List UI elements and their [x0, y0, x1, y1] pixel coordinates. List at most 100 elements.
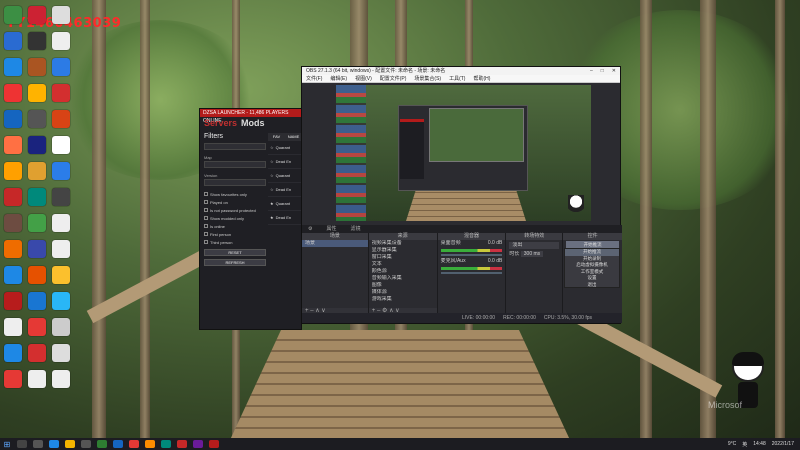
desktop-icon[interactable]: [28, 318, 46, 336]
desktop-icon[interactable]: [52, 32, 70, 50]
desktop-icon[interactable]: [4, 110, 22, 128]
close-icon[interactable]: ✕: [612, 67, 616, 75]
star-icon[interactable]: ☆: [270, 173, 274, 178]
menu-item-exit[interactable]: 退出: [565, 282, 619, 289]
server-row[interactable]: ☆ Dead En: [268, 155, 302, 169]
desktop-icon[interactable]: [28, 6, 46, 24]
taskbar-app-icon[interactable]: [97, 440, 107, 448]
desktop-icon[interactable]: [28, 110, 46, 128]
volume-slider[interactable]: [440, 272, 503, 274]
windows-start-icon[interactable]: ⊞: [0, 438, 14, 450]
source-item[interactable]: 媒体源: [369, 289, 437, 296]
menu-tools[interactable]: 工具(T): [449, 75, 465, 82]
gear-icon[interactable]: ⚙: [308, 225, 312, 233]
star-icon[interactable]: ★: [270, 201, 274, 206]
desktop-icon[interactable]: [4, 370, 22, 388]
duration-input[interactable]: 300 ms: [520, 251, 544, 257]
source-item[interactable]: 显示器采集: [369, 247, 437, 254]
server-row[interactable]: ☆ Quarant: [268, 141, 302, 155]
desktop-icon[interactable]: [4, 136, 22, 154]
star-icon[interactable]: ☆: [270, 187, 274, 192]
scene-item[interactable]: 场景: [302, 240, 368, 247]
source-item[interactable]: 窗口采集: [369, 254, 437, 261]
source-item[interactable]: 图像: [369, 282, 437, 289]
desktop-icon[interactable]: [4, 292, 22, 310]
tab-servers[interactable]: Servers: [204, 118, 237, 128]
column-fav[interactable]: FAV: [268, 133, 285, 141]
column-name[interactable]: NAME: [285, 133, 302, 141]
checkbox-played-on[interactable]: Played on: [204, 198, 266, 206]
star-icon[interactable]: ☆: [270, 159, 274, 164]
server-row[interactable]: ★ Quarant: [268, 197, 302, 211]
desktop-icon[interactable]: [4, 188, 22, 206]
star-icon[interactable]: ★: [270, 215, 274, 220]
reset-button[interactable]: RESET: [204, 249, 266, 256]
search-input[interactable]: [204, 143, 266, 150]
taskbar-app-icon[interactable]: [145, 440, 155, 448]
desktop-icon[interactable]: [4, 266, 22, 284]
taskbar-app-icon[interactable]: [49, 440, 59, 448]
desktop-icon[interactable]: [28, 32, 46, 50]
version-select[interactable]: [204, 179, 266, 186]
checkbox-third-person[interactable]: Third person: [204, 238, 266, 246]
clock-date[interactable]: 2022/1/17: [772, 441, 794, 447]
search-icon[interactable]: [17, 440, 27, 448]
desktop-icon[interactable]: [28, 344, 46, 362]
tab-mods[interactable]: Mods: [241, 118, 265, 128]
server-row[interactable]: ☆ Quarant: [268, 169, 302, 183]
menu-profile[interactable]: 配置文件(P): [380, 75, 407, 82]
map-select[interactable]: [204, 161, 266, 168]
desktop-icon[interactable]: [4, 6, 22, 24]
desktop-icon[interactable]: [52, 136, 70, 154]
desktop-icon[interactable]: [28, 136, 46, 154]
desktop-icon[interactable]: [4, 344, 22, 362]
source-item[interactable]: 颜色源: [369, 268, 437, 275]
desktop-icon[interactable]: [4, 32, 22, 50]
desktop-icon[interactable]: [28, 84, 46, 102]
taskbar-app-icon[interactable]: [161, 440, 171, 448]
source-item[interactable]: 音频输入采集: [369, 275, 437, 282]
desktop-icon[interactable]: [4, 162, 22, 180]
volume-slider[interactable]: [440, 254, 503, 256]
desktop-icon[interactable]: [52, 84, 70, 102]
desktop-icon[interactable]: [28, 240, 46, 258]
refresh-button[interactable]: REFRESH: [204, 259, 266, 266]
desktop-icon[interactable]: [52, 6, 70, 24]
server-row[interactable]: ☆ Dead En: [268, 183, 302, 197]
minimize-icon[interactable]: –: [590, 67, 593, 75]
menu-file[interactable]: 文件(F): [306, 75, 322, 82]
properties-button[interactable]: 属性: [326, 225, 336, 233]
star-icon[interactable]: ☆: [270, 145, 274, 150]
desktop-icon[interactable]: [4, 318, 22, 336]
taskbar-app-icon[interactable]: [193, 440, 203, 448]
checkbox-first-person[interactable]: First person: [204, 230, 266, 238]
menu-edit[interactable]: 编辑(E): [330, 75, 347, 82]
server-row[interactable]: ★ Dead En: [268, 211, 302, 225]
source-item[interactable]: 文本: [369, 261, 437, 268]
desktop-icon[interactable]: [28, 188, 46, 206]
weather[interactable]: 9°C: [728, 441, 736, 447]
transition-select[interactable]: 淡出: [509, 242, 560, 249]
desktop-icon[interactable]: [28, 266, 46, 284]
taskbar-app-icon[interactable]: [81, 440, 91, 448]
checkbox-not-password[interactable]: Is not password protected: [204, 206, 266, 214]
menu-scene-collection[interactable]: 场景集合(S): [414, 75, 441, 82]
desktop-icon[interactable]: [4, 58, 22, 76]
desktop-icon[interactable]: [28, 58, 46, 76]
desktop-icon[interactable]: [52, 370, 70, 388]
clock-time[interactable]: 14:48: [753, 441, 766, 447]
task-view-icon[interactable]: [33, 440, 43, 448]
desktop-icon[interactable]: [52, 266, 70, 284]
taskbar-app-icon[interactable]: [209, 440, 219, 448]
source-item[interactable]: 游戏采集: [369, 296, 437, 303]
desktop-icon[interactable]: [52, 240, 70, 258]
desktop-icon[interactable]: [52, 318, 70, 336]
desktop-icon[interactable]: [52, 188, 70, 206]
filters-button[interactable]: 滤镜: [351, 225, 361, 233]
taskbar-app-icon[interactable]: [177, 440, 187, 448]
desktop-icon[interactable]: [52, 162, 70, 180]
checkbox-favourites[interactable]: Show favourites only: [204, 190, 266, 198]
desktop-icon[interactable]: [28, 162, 46, 180]
obs-preview[interactable]: [336, 85, 591, 221]
menu-view[interactable]: 视图(V): [355, 75, 372, 82]
